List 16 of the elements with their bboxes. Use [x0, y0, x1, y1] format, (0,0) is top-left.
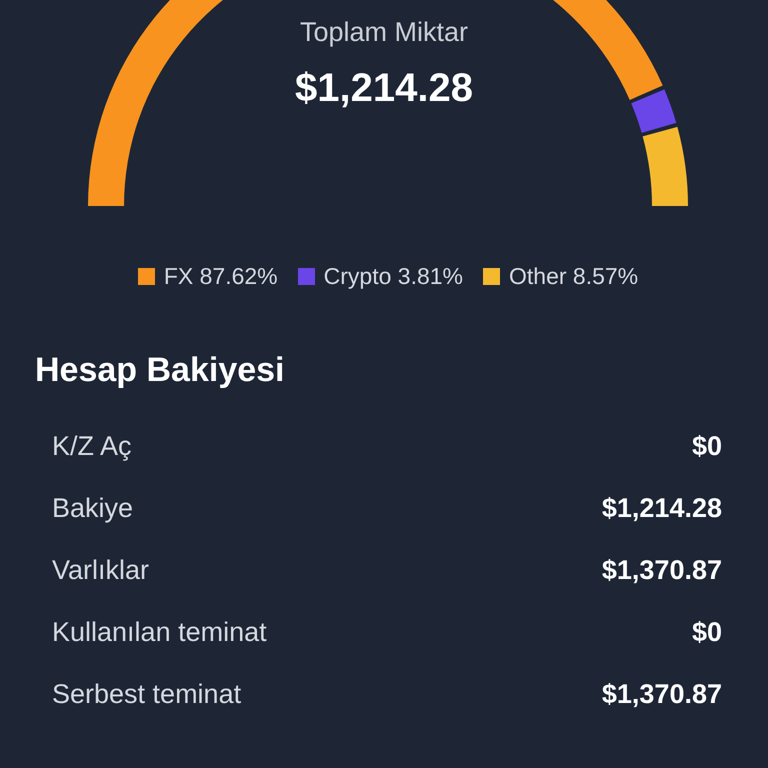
balance-value: $1,370.87	[602, 554, 722, 588]
balance-value: $1,370.87	[602, 678, 722, 712]
balance-label: K/Z Aç	[52, 430, 132, 464]
total-amount: $1,214.28	[295, 65, 473, 112]
legend-label: FX 87.62%	[164, 262, 278, 291]
balance-value: $0	[692, 430, 722, 464]
section-title: Hesap Bakiyesi	[35, 350, 286, 390]
balance-label: Varlıklar	[52, 554, 150, 588]
legend-label: Other 8.57%	[509, 262, 638, 291]
legend-label: Crypto 3.81%	[324, 262, 463, 291]
balance-value: $0	[692, 616, 722, 650]
balance-label: Kullanılan teminat	[52, 616, 267, 650]
balance-label: Serbest teminat	[52, 678, 242, 712]
balance-label: Bakiye	[52, 492, 134, 526]
balance-value: $1,214.28	[602, 492, 722, 526]
total-label: Toplam Miktar	[300, 16, 468, 48]
